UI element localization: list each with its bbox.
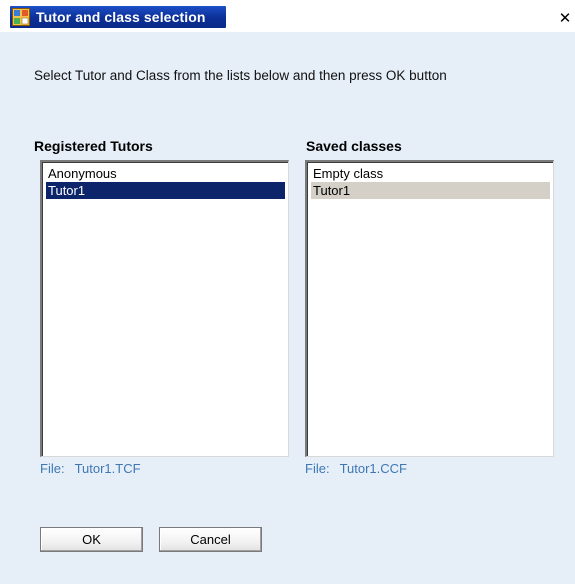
tutor-file-info: File: Tutor1.TCF: [40, 461, 141, 476]
class-file-value: Tutor1.CCF: [339, 461, 407, 476]
tutor-item-anonymous[interactable]: Anonymous: [46, 165, 285, 182]
tutor-file-label: File:: [40, 461, 65, 476]
registered-tutors-list[interactable]: Anonymous Tutor1: [40, 160, 289, 457]
class-file-info: File: Tutor1.CCF: [305, 461, 407, 476]
close-icon[interactable]: ✕: [557, 10, 573, 26]
app-window-icon: [12, 8, 30, 26]
tutor-class-dialog: Tutor and class selection ✕ Select Tutor…: [0, 0, 575, 584]
saved-classes-list[interactable]: Empty class Tutor1: [305, 160, 554, 457]
class-item-tutor1[interactable]: Tutor1: [311, 182, 550, 199]
class-item-empty-class[interactable]: Empty class: [311, 165, 550, 182]
cancel-button[interactable]: Cancel: [159, 527, 262, 552]
class-file-label: File:: [305, 461, 330, 476]
title-bar[interactable]: Tutor and class selection ✕: [0, 0, 575, 32]
window-title: Tutor and class selection: [36, 9, 206, 25]
saved-classes-label: Saved classes: [306, 138, 402, 154]
registered-tutors-label: Registered Tutors: [34, 138, 153, 154]
instructions-text: Select Tutor and Class from the lists be…: [34, 68, 447, 83]
ok-button[interactable]: OK: [40, 527, 143, 552]
tutor-item-tutor1[interactable]: Tutor1: [46, 182, 285, 199]
tutor-file-value: Tutor1.TCF: [74, 461, 141, 476]
